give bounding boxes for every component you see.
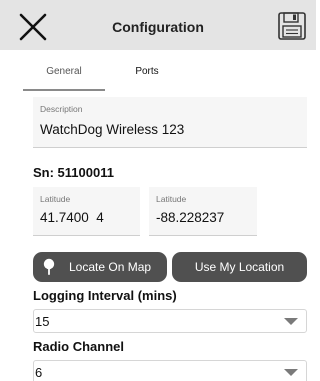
tab-ports[interactable]: Ports: [107, 50, 187, 92]
chevron-down-icon: [284, 318, 298, 325]
radio-channel-label: Radio Channel: [33, 339, 125, 354]
latitude-label: Latitude: [40, 194, 71, 204]
active-tab-indicator: [23, 89, 105, 91]
latitude-field-2[interactable]: Latitude -88.228237: [149, 187, 257, 236]
floppy-disk-icon[interactable]: [277, 11, 307, 41]
chevron-down-icon: [284, 369, 298, 376]
locate-on-map-label: Locate On Map: [69, 260, 152, 274]
latitude-label-2: Latitude: [156, 194, 187, 204]
latitude-value-2: -88.228237: [156, 210, 225, 225]
use-my-location-button[interactable]: Use My Location: [172, 252, 307, 282]
locate-on-map-button[interactable]: Locate On Map: [33, 252, 167, 282]
logging-interval-select[interactable]: 15: [33, 309, 307, 333]
latitude-value: 41.7400 4: [40, 210, 104, 225]
map-pin-icon: [43, 258, 55, 275]
serial-number: Sn: 51100011: [33, 165, 114, 180]
header-bar: Configuration: [0, 0, 316, 50]
description-field[interactable]: Description WatchDog Wireless 123: [33, 97, 307, 148]
radio-channel-select[interactable]: 6: [33, 360, 307, 381]
logging-interval-label: Logging Interval (mins): [33, 288, 177, 303]
tab-general[interactable]: General: [23, 50, 105, 92]
page-title: Configuration: [112, 19, 204, 35]
description-label: Description: [40, 104, 83, 114]
latitude-field[interactable]: Latitude 41.7400 4: [33, 187, 140, 236]
description-value: WatchDog Wireless 123: [40, 122, 185, 137]
radio-channel-value: 6: [35, 365, 43, 380]
logging-interval-value: 15: [35, 314, 50, 329]
tab-bar: General Ports: [0, 50, 316, 92]
